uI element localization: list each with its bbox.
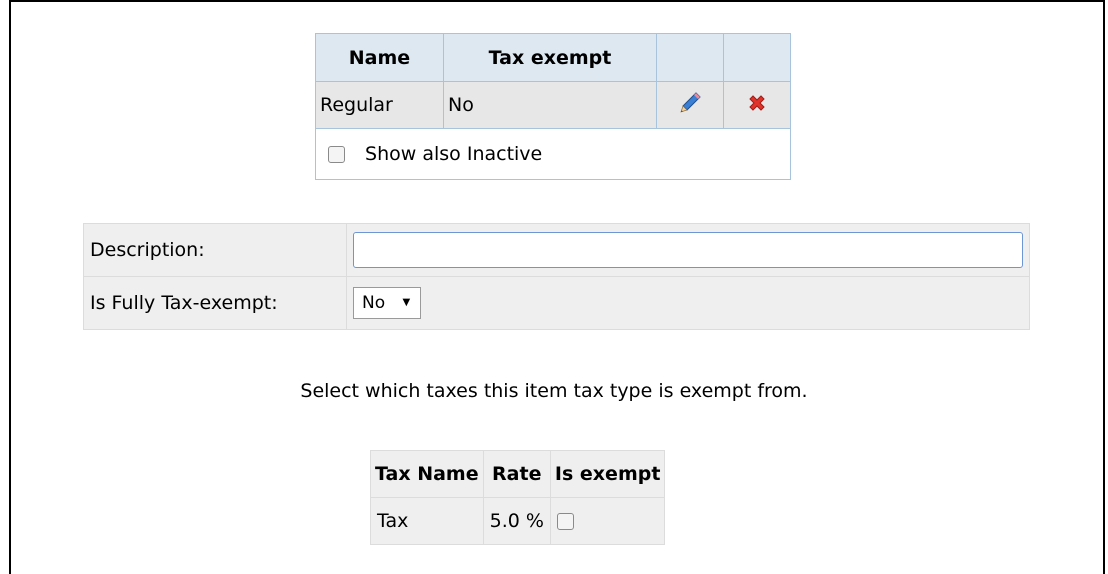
description-label: Description: (83, 223, 347, 277)
column-header-is-exempt: Is exempt (549, 450, 666, 498)
column-header-tax-name: Tax Name (370, 450, 484, 498)
x-icon[interactable] (746, 92, 768, 114)
cell-tax-name: Tax (370, 497, 484, 545)
description-input[interactable] (353, 232, 1023, 268)
description-cell (346, 223, 1030, 277)
column-header-edit (656, 33, 724, 82)
show-inactive-row: Show also Inactive (315, 128, 791, 180)
table-row: Tax 5.0 % (370, 497, 666, 545)
taxes-instructions: Select which taxes this item tax type is… (300, 380, 808, 402)
cell-rate: 5.0 % (482, 497, 551, 545)
cell-is-exempt (549, 497, 666, 545)
cell-tax-exempt: No (443, 81, 657, 129)
table-header-row: Tax Name Rate Is exempt (370, 450, 666, 498)
fully-exempt-selected-value: No (362, 293, 386, 313)
table-header-row: Name Tax exempt (315, 33, 791, 82)
is-exempt-checkbox[interactable] (556, 513, 574, 530)
taxes-exempt-table: Tax Name Rate Is exempt Tax 5.0 % (370, 450, 666, 545)
show-inactive-cell: Show also Inactive (315, 128, 791, 180)
description-row: Description: (83, 223, 1030, 277)
fully-exempt-select[interactable]: No ▼ (353, 287, 422, 319)
column-header-rate: Rate (482, 450, 551, 498)
cell-name: Regular (315, 81, 444, 129)
fully-exempt-row: Is Fully Tax-exempt: No ▼ (83, 276, 1030, 330)
edit-button[interactable] (656, 81, 724, 129)
item-tax-types-table: Name Tax exempt Regular No Show also Ina… (315, 33, 791, 180)
dropdown-arrow-icon: ▼ (402, 297, 411, 308)
table-row: Regular No (315, 81, 791, 129)
fully-exempt-label: Is Fully Tax-exempt: (83, 276, 347, 330)
fully-exempt-cell: No ▼ (346, 276, 1030, 330)
pencil-icon[interactable] (678, 91, 702, 115)
column-header-name: Name (315, 33, 444, 82)
show-inactive-label: Show also Inactive (365, 143, 543, 165)
show-inactive-checkbox[interactable] (328, 146, 345, 163)
item-tax-type-form: Description: Is Fully Tax-exempt: No ▼ (83, 223, 1030, 330)
column-header-tax-exempt: Tax exempt (443, 33, 657, 82)
delete-button[interactable] (723, 81, 791, 129)
column-header-delete (723, 33, 791, 82)
